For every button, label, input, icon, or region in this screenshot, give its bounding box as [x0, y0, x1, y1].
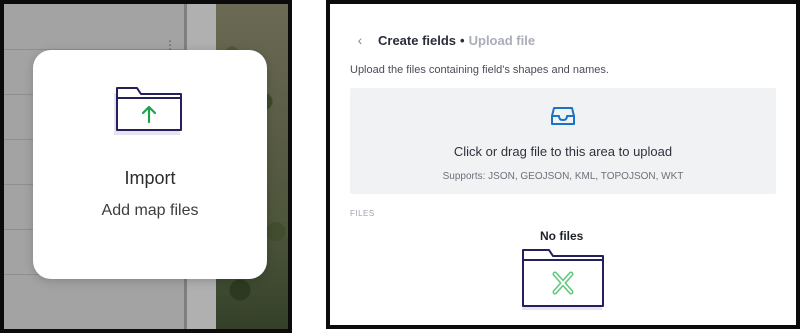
back-button[interactable]: ‹ [352, 31, 368, 49]
import-subtitle: Add map files [101, 202, 199, 219]
chevron-left-icon: ‹ [357, 32, 363, 48]
title-separator: • [460, 32, 465, 48]
file-dropzone[interactable]: Click or drag file to this area to uploa… [350, 88, 776, 194]
panel-title: Create fields [378, 32, 457, 48]
folder-upload-icon [111, 80, 189, 140]
import-title: Import [124, 168, 176, 188]
supported-formats: Supports: JSON, GEOJSON, KML, TOPOJSON, … [442, 171, 684, 182]
empty-state-title: No files [540, 229, 584, 243]
files-section-label: FILES [350, 209, 375, 218]
upload-instructions: Upload the files containing field's shap… [350, 64, 609, 76]
inbox-icon [550, 102, 576, 128]
panel-header: ‹ Create fields • Upload file [352, 30, 535, 50]
import-card[interactable]: Import Add map files [33, 50, 267, 279]
panel-subtitle: Upload file [468, 32, 536, 48]
upload-file-panel: ‹ Create fields • Upload file Upload the… [326, 0, 800, 329]
dropzone-text: Click or drag file to this area to uploa… [453, 144, 673, 159]
import-panel: ⋮ ⋮ Import Add map files [0, 0, 292, 333]
folder-empty-icon [519, 244, 609, 310]
